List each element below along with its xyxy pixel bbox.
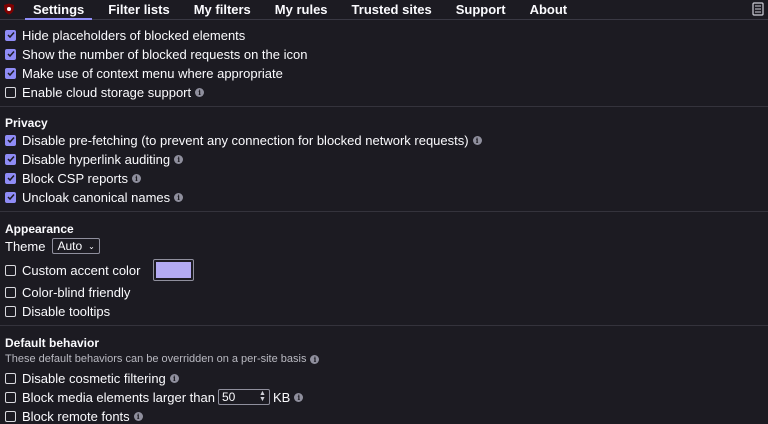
setting-label: Block CSP reports: [22, 170, 128, 186]
setting-block-csp[interactable]: Block CSP reports i: [5, 170, 141, 186]
checkmark-icon: [6, 156, 15, 163]
setting-label: Make use of context menu where appropria…: [22, 65, 283, 81]
checkmark-icon: [6, 51, 15, 58]
setting-label: Uncloak canonical names: [22, 189, 171, 205]
checkbox[interactable]: [5, 410, 16, 422]
setting-colorblind[interactable]: Color-blind friendly: [5, 284, 130, 300]
setting-label: Custom accent color: [22, 262, 141, 278]
checkbox[interactable]: [5, 153, 16, 165]
info-icon[interactable]: i: [294, 392, 304, 402]
info-icon[interactable]: i: [174, 154, 184, 164]
ublock-logo-icon: [3, 3, 15, 15]
checkbox[interactable]: [5, 372, 16, 384]
setting-disable-cosmetic[interactable]: Disable cosmetic filtering i: [5, 370, 179, 386]
media-size-value: 50: [221, 390, 236, 404]
checkmark-icon: [6, 32, 15, 39]
setting-show-blocked-count[interactable]: Show the number of blocked requests on t…: [5, 46, 307, 62]
setting-custom-accent[interactable]: Custom accent color: [5, 259, 194, 281]
tab-bar: Settings Filter lists My filters My rule…: [0, 0, 768, 20]
setting-block-media[interactable]: Block media elements larger than 50 ▲ ▼ K…: [5, 389, 304, 405]
checkbox[interactable]: [5, 134, 16, 146]
checkmark-icon: [6, 137, 15, 144]
setting-disable-tooltips[interactable]: Disable tooltips: [5, 303, 110, 319]
tab-support[interactable]: Support: [444, 0, 518, 19]
setting-label: Color-blind friendly: [22, 284, 131, 300]
theme-label: Theme: [5, 238, 46, 254]
media-size-unit: KB: [272, 389, 291, 405]
tab-filter-lists[interactable]: Filter lists: [96, 0, 181, 19]
checkbox[interactable]: [5, 29, 16, 41]
checkbox[interactable]: [5, 48, 16, 60]
setting-label: Show the number of blocked requests on t…: [22, 46, 308, 62]
info-icon[interactable]: i: [169, 373, 179, 383]
default-behavior-note: These default behaviors can be overridde…: [5, 353, 307, 365]
divider: [0, 106, 768, 107]
setting-label: Disable cosmetic filtering: [22, 370, 166, 386]
accent-color-swatch: [155, 262, 191, 278]
setting-disable-prefetching[interactable]: Disable pre-fetching (to prevent any con…: [5, 132, 482, 148]
checkmark-icon: [6, 70, 15, 77]
setting-hide-placeholders[interactable]: Hide placeholders of blocked elements: [5, 27, 245, 43]
default-behavior-note-row: These default behaviors can be overridde…: [5, 351, 320, 367]
checkbox[interactable]: [5, 305, 16, 317]
checkbox[interactable]: [5, 286, 16, 298]
tab-trusted-sites[interactable]: Trusted sites: [340, 0, 444, 19]
info-icon[interactable]: i: [310, 354, 320, 364]
setting-context-menu[interactable]: Make use of context menu where appropria…: [5, 65, 283, 81]
setting-label: Disable hyperlink auditing: [22, 151, 171, 167]
checkbox[interactable]: [5, 86, 16, 98]
tab-settings[interactable]: Settings: [21, 0, 96, 20]
theme-select[interactable]: Auto ⌄: [52, 238, 100, 254]
section-heading-default-behavior: Default behavior: [5, 336, 100, 350]
checkmark-icon: [6, 175, 15, 182]
info-icon[interactable]: i: [131, 173, 141, 183]
info-icon[interactable]: i: [133, 411, 143, 421]
setting-label: Block media elements larger than: [22, 389, 215, 405]
setting-label: Enable cloud storage support: [22, 84, 192, 100]
info-icon[interactable]: i: [195, 87, 205, 97]
book-icon[interactable]: [752, 2, 764, 16]
chevron-down-icon: ⌄: [88, 241, 95, 251]
tab-my-rules[interactable]: My rules: [263, 0, 340, 19]
info-icon[interactable]: i: [472, 135, 482, 145]
media-size-input[interactable]: 50 ▲ ▼: [217, 389, 270, 405]
stepper-icon[interactable]: ▲ ▼: [259, 390, 266, 403]
checkbox[interactable]: [5, 264, 16, 276]
setting-cloud-storage[interactable]: Enable cloud storage support i: [5, 84, 205, 100]
checkbox[interactable]: [5, 172, 16, 184]
tab-about[interactable]: About: [518, 0, 580, 19]
theme-row: Theme Auto ⌄: [5, 238, 100, 254]
divider: [0, 211, 768, 212]
setting-uncloak-cname[interactable]: Uncloak canonical names i: [5, 189, 184, 205]
setting-block-fonts[interactable]: Block remote fonts i: [5, 408, 143, 424]
accent-color-picker[interactable]: [152, 259, 194, 281]
tab-my-filters[interactable]: My filters: [182, 0, 263, 19]
checkbox[interactable]: [5, 67, 16, 79]
theme-value: Auto: [57, 239, 83, 253]
section-heading-privacy: Privacy: [5, 116, 48, 130]
setting-label: Disable pre-fetching (to prevent any con…: [22, 132, 469, 148]
info-icon[interactable]: i: [174, 192, 184, 202]
divider: [0, 325, 768, 326]
checkbox[interactable]: [5, 391, 16, 403]
setting-hyperlink-auditing[interactable]: Disable hyperlink auditing i: [5, 151, 184, 167]
setting-label: Block remote fonts: [22, 408, 130, 424]
checkbox[interactable]: [5, 191, 16, 203]
setting-label: Disable tooltips: [22, 303, 111, 319]
checkmark-icon: [6, 194, 15, 201]
setting-label: Hide placeholders of blocked elements: [22, 27, 246, 43]
section-heading-appearance: Appearance: [5, 222, 74, 236]
